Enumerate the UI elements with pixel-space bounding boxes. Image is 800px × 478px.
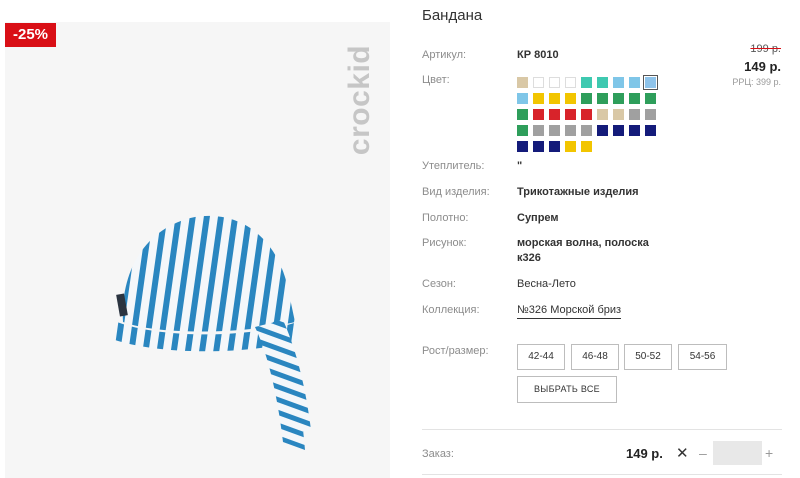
product-photo[interactable] <box>5 22 390 478</box>
discount-badge: -25% <box>5 23 56 47</box>
color-swatch[interactable] <box>643 75 658 90</box>
color-swatch[interactable] <box>597 93 608 104</box>
collection-label: Коллекция: <box>422 304 480 316</box>
swatch-row <box>517 75 662 91</box>
insulation-value: " <box>517 160 523 172</box>
color-swatch[interactable] <box>629 109 640 120</box>
order-price: 149 р. <box>626 446 663 461</box>
color-swatch[interactable] <box>549 77 560 88</box>
color-swatch[interactable] <box>581 109 592 120</box>
color-swatch[interactable] <box>517 141 528 152</box>
color-swatch[interactable] <box>565 141 576 152</box>
size-button-46-48[interactable]: 46-48 <box>571 344 619 370</box>
pattern-value-line1: морская волна, полоска <box>517 237 649 249</box>
order-divider-bottom <box>422 474 782 475</box>
type-label: Вид изделия: <box>422 186 490 198</box>
swatch-row <box>517 107 662 123</box>
color-swatch[interactable] <box>565 125 576 136</box>
color-swatch[interactable] <box>581 77 592 88</box>
quantity-input[interactable] <box>713 441 762 465</box>
color-swatch[interactable] <box>629 125 640 136</box>
collection-link[interactable]: №326 Морской бриз <box>517 304 622 319</box>
color-swatch[interactable] <box>549 125 560 136</box>
remove-order-icon[interactable]: ✕ <box>676 444 689 462</box>
color-swatch[interactable] <box>549 93 560 104</box>
fabric-value: Супрем <box>517 212 559 224</box>
color-swatch[interactable] <box>533 141 544 152</box>
size-button-54-56[interactable]: 54-56 <box>678 344 727 370</box>
recommended-price: РРЦ: 399 р. <box>732 77 781 87</box>
color-swatches <box>517 75 662 155</box>
type-value: Трикотажные изделия <box>517 186 639 198</box>
color-swatch[interactable] <box>533 93 544 104</box>
quantity-increase-button[interactable]: + <box>765 445 773 461</box>
size-label: Рост/размер: <box>422 345 489 357</box>
color-swatch[interactable] <box>645 109 656 120</box>
product-title: Бандана <box>422 7 483 24</box>
color-swatch[interactable] <box>581 141 592 152</box>
color-swatch[interactable] <box>549 141 560 152</box>
color-swatch[interactable] <box>581 125 592 136</box>
color-label: Цвет: <box>422 74 450 86</box>
color-swatch[interactable] <box>517 93 528 104</box>
fabric-label: Полотно: <box>422 212 469 224</box>
color-swatch[interactable] <box>517 109 528 120</box>
article-label: Артикул: <box>422 49 467 61</box>
season-label: Сезон: <box>422 278 456 290</box>
color-swatch[interactable] <box>517 125 528 136</box>
color-swatch[interactable] <box>565 109 576 120</box>
select-all-sizes-button[interactable]: ВЫБРАТЬ ВСЕ <box>517 376 617 403</box>
swatch-row <box>517 139 662 155</box>
size-button-42-44[interactable]: 42-44 <box>517 344 565 370</box>
color-swatch[interactable] <box>565 77 576 88</box>
size-button-50-52[interactable]: 50-52 <box>624 344 672 370</box>
swatch-row <box>517 91 662 107</box>
color-swatch[interactable] <box>581 93 592 104</box>
pattern-label: Рисунок: <box>422 237 467 249</box>
color-swatch[interactable] <box>629 77 640 88</box>
color-swatch[interactable] <box>645 125 656 136</box>
color-swatch[interactable] <box>613 77 624 88</box>
insulation-label: Утеплитель: <box>422 160 485 172</box>
order-label: Заказ: <box>422 448 454 460</box>
color-swatch[interactable] <box>549 109 560 120</box>
bandana-image <box>115 215 311 450</box>
color-swatch[interactable] <box>597 109 608 120</box>
color-swatch[interactable] <box>533 77 544 88</box>
color-swatch[interactable] <box>613 109 624 120</box>
pattern-value-line2: к326 <box>517 252 541 264</box>
order-divider-top <box>422 429 782 430</box>
color-swatch[interactable] <box>533 125 544 136</box>
color-swatch[interactable] <box>613 125 624 136</box>
color-swatch[interactable] <box>629 93 640 104</box>
old-price: 199 р. <box>750 43 781 55</box>
color-swatch[interactable] <box>597 77 608 88</box>
article-value: КР 8010 <box>517 49 559 61</box>
color-swatch[interactable] <box>517 77 528 88</box>
current-price: 149 р. <box>744 59 781 74</box>
swatch-row <box>517 123 662 139</box>
quantity-decrease-button[interactable]: – <box>699 445 707 461</box>
color-swatch[interactable] <box>565 93 576 104</box>
color-swatch[interactable] <box>597 125 608 136</box>
season-value: Весна-Лето <box>517 278 576 290</box>
brand-logo: crockid <box>343 44 376 156</box>
color-swatch[interactable] <box>533 109 544 120</box>
color-swatch[interactable] <box>645 93 656 104</box>
color-swatch[interactable] <box>613 93 624 104</box>
